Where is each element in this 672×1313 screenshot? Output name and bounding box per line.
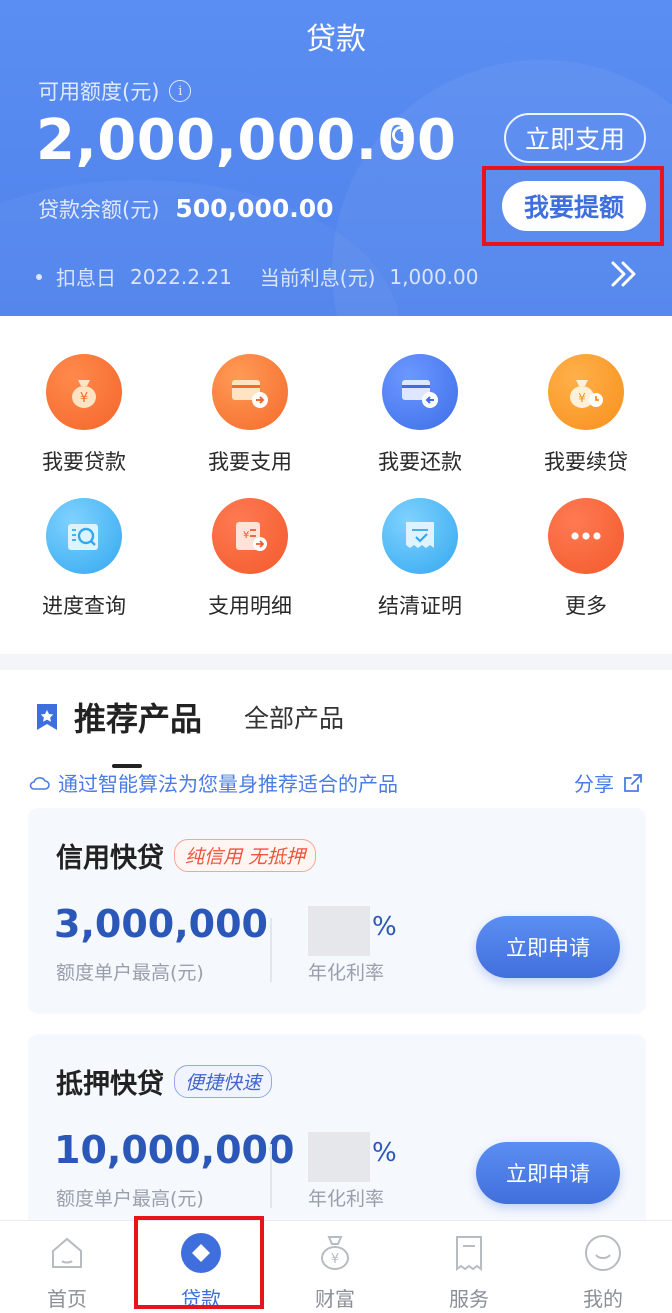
- nav-home[interactable]: 首页: [0, 1231, 134, 1312]
- wealth-icon: ¥: [321, 1236, 349, 1270]
- loan-balance-label: 贷款余额(元): [38, 198, 160, 222]
- rate-label: 年化利率: [308, 1188, 385, 1210]
- share-label: 分享: [574, 772, 614, 796]
- bottom-navigation: 首页 贷款 ¥ 财富 服务 我的: [0, 1220, 672, 1313]
- share-icon: [624, 773, 642, 792]
- nav-label: 我的: [583, 1287, 623, 1311]
- product-card-title: 抵押快贷 便捷快速: [56, 1062, 273, 1101]
- function-menu: ¥ 我要贷款 我要支用 我要还款 ¥ 我要续贷 进度查询 ¥ 支用明细 结清证明…: [0, 316, 672, 654]
- current-interest-label: 当前利息(元): [259, 266, 376, 290]
- loan-balance: 贷款余额(元) 500,000.00: [38, 194, 334, 224]
- rate-unit: %: [372, 1138, 397, 1168]
- refresh-icon[interactable]: [388, 122, 414, 148]
- product-max-amount: 3,000,000: [54, 902, 268, 946]
- product-name: 抵押快贷: [56, 1069, 164, 1100]
- apply-now-button[interactable]: 立即申请: [476, 1142, 620, 1204]
- product-card-title: 信用快贷 纯信用 无抵押: [56, 836, 317, 875]
- product-card-credit[interactable]: 信用快贷 纯信用 无抵押 3,000,000 额度单户最高(元) % 年化利率 …: [28, 808, 646, 1014]
- rate-label: 年化利率: [308, 962, 385, 984]
- loan-balance-value: 500,000.00: [175, 194, 334, 223]
- product-tabs: 推荐产品 全部产品: [34, 694, 344, 768]
- service-icon: [456, 1236, 482, 1271]
- svg-text:¥: ¥: [80, 391, 88, 406]
- product-max-amount: 10,000,000: [54, 1128, 295, 1172]
- nav-label: 首页: [47, 1287, 87, 1311]
- rate-value-masked: [308, 1132, 370, 1182]
- menu-item-settlement[interactable]: 结清证明: [350, 498, 490, 620]
- divider: [270, 1144, 272, 1208]
- usage-detail-icon: ¥: [212, 498, 288, 574]
- settlement-certificate-icon: [382, 498, 458, 574]
- recommend-tip-row: 通过智能算法为您量身推荐适合的产品 分享: [28, 768, 644, 797]
- highlight-box-loan-tab: [134, 1216, 264, 1309]
- nav-wealth[interactable]: ¥ 财富: [268, 1231, 402, 1312]
- product-max-amount-label: 额度单户最高(元): [56, 962, 204, 984]
- recommend-tip-text: 通过智能算法为您量身推荐适合的产品: [58, 772, 398, 796]
- menu-item-label: 进度查询: [42, 594, 126, 618]
- product-card-mortgage[interactable]: 抵押快贷 便捷快速 10,000,000 额度单户最高(元) % 年化利率 立即…: [28, 1034, 646, 1240]
- nav-label: 财富: [315, 1287, 355, 1311]
- menu-item-renew-loan[interactable]: ¥ 我要续贷: [516, 354, 656, 476]
- bullet-dot: [36, 273, 42, 280]
- recommend-tip: 通过智能算法为您量身推荐适合的产品: [28, 768, 398, 797]
- available-quota-label-text: 可用额度(元): [38, 80, 160, 104]
- menu-item-label: 支用明细: [208, 594, 292, 618]
- menu-item-label: 我要还款: [378, 450, 462, 474]
- profile-icon: [585, 1235, 621, 1271]
- menu-item-use-loan[interactable]: 我要支用: [180, 354, 320, 476]
- cloud-icon: [29, 776, 50, 790]
- apply-now-button[interactable]: 立即申请: [476, 916, 620, 978]
- product-max-amount-label: 额度单户最高(元): [56, 1188, 204, 1210]
- nav-profile[interactable]: 我的: [536, 1231, 670, 1312]
- card-out-icon: [212, 354, 288, 430]
- info-icon[interactable]: i: [169, 80, 192, 102]
- raise-quota-button[interactable]: 我要提额: [502, 181, 646, 231]
- double-chevron-right-icon[interactable]: [608, 258, 640, 290]
- menu-item-more[interactable]: 更多: [516, 498, 656, 620]
- product-section: 推荐产品 全部产品 通过智能算法为您量身推荐适合的产品 分享 信用快贷 纯信用 …: [0, 670, 672, 1240]
- menu-item-label: 我要支用: [208, 450, 292, 474]
- money-bag-icon: ¥: [46, 354, 122, 430]
- rate-unit: %: [372, 912, 397, 942]
- more-icon: [548, 498, 624, 574]
- interest-day-label: 扣息日: [56, 266, 116, 290]
- product-tag: 便捷快速: [174, 1065, 273, 1098]
- home-icon: [52, 1237, 82, 1268]
- card-return-icon: [382, 354, 458, 430]
- money-bag-clock-icon: ¥: [548, 354, 624, 430]
- use-now-button[interactable]: 立即支用: [504, 113, 646, 163]
- share-button[interactable]: 分享: [574, 768, 644, 797]
- nav-service[interactable]: 服务: [402, 1231, 536, 1312]
- menu-item-usage-detail[interactable]: ¥ 支用明细: [180, 498, 320, 620]
- menu-item-label: 更多: [565, 594, 607, 618]
- svg-text:¥: ¥: [331, 1252, 339, 1267]
- tab-recommended[interactable]: 推荐产品: [74, 694, 202, 768]
- bookmark-star-icon: [37, 704, 57, 730]
- product-tag: 纯信用 无抵押: [174, 839, 317, 872]
- page-title: 贷款: [306, 22, 366, 57]
- menu-item-apply-loan[interactable]: ¥ 我要贷款: [14, 354, 154, 476]
- menu-item-label: 我要贷款: [42, 450, 126, 474]
- svg-text:¥: ¥: [243, 530, 249, 541]
- available-quota-label: 可用额度(元) i: [38, 76, 192, 106]
- menu-item-label: 结清证明: [378, 594, 462, 618]
- loan-header: 贷款 可用额度(元) i 2,000,000.00 立即支用 贷款余额(元) 5…: [0, 0, 672, 316]
- nav-label: 服务: [449, 1287, 489, 1311]
- current-interest-value: 1,000.00: [389, 264, 479, 289]
- menu-item-label: 我要续贷: [544, 450, 628, 474]
- progress-search-icon: [46, 498, 122, 574]
- tab-all-products[interactable]: 全部产品: [244, 699, 344, 735]
- menu-item-progress[interactable]: 进度查询: [14, 498, 154, 620]
- menu-item-repay[interactable]: 我要还款: [350, 354, 490, 476]
- interest-day-value: 2022.2.21: [130, 264, 232, 289]
- svg-text:¥: ¥: [578, 391, 586, 405]
- product-name: 信用快贷: [56, 843, 164, 874]
- divider: [270, 918, 272, 982]
- rate-value-masked: [308, 906, 370, 956]
- interest-info: 扣息日 2022.2.21 当前利息(元) 1,000.00: [36, 262, 478, 291]
